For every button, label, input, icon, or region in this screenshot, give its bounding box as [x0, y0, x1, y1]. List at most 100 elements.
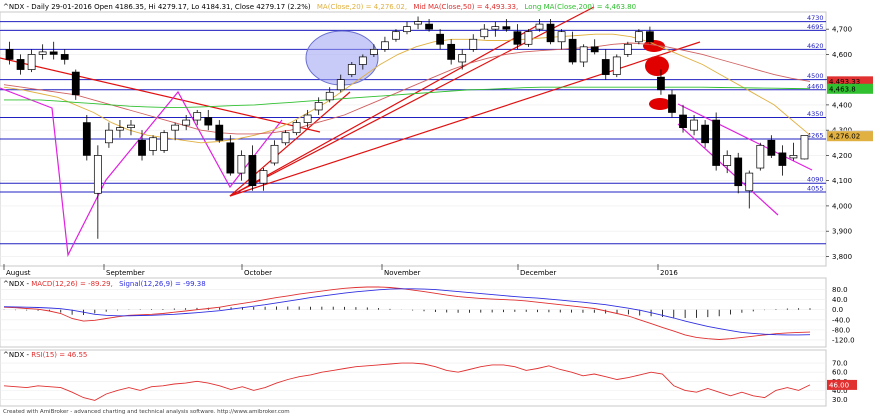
- candle-body: [469, 38, 478, 50]
- candle-body: [270, 144, 279, 164]
- candle-body: [712, 119, 721, 166]
- candle-body: [480, 28, 489, 38]
- candle-body: [623, 43, 632, 55]
- candle-body: [546, 23, 555, 43]
- macd-tick-label: 40.0: [832, 296, 848, 304]
- candle-body: [381, 41, 389, 50]
- candle-body: [745, 172, 754, 192]
- rsi-tick-label: 30.0: [832, 396, 848, 404]
- candle-body: [5, 49, 14, 60]
- candle-body: [657, 76, 665, 91]
- candle-body: [425, 23, 433, 30]
- rsi-tick-label: 70.0: [832, 360, 848, 368]
- candle-body: [734, 157, 743, 187]
- price-tick-label: 4,400: [832, 101, 852, 109]
- gap-marker-3: [649, 98, 671, 110]
- candle-body: [116, 127, 124, 131]
- candle-body: [612, 56, 621, 75]
- candle-body: [392, 31, 400, 40]
- level-label: 4350: [807, 110, 824, 118]
- month-label: August: [6, 269, 31, 277]
- candle-body: [590, 46, 599, 53]
- candle-body: [314, 102, 323, 111]
- candle-body: [524, 31, 533, 45]
- rsi-axis: 30.040.050.060.070.046.00: [827, 360, 857, 404]
- price-tick-label: 3,900: [832, 228, 852, 236]
- candle-body: [403, 26, 411, 33]
- candle-body: [193, 112, 202, 121]
- candle-body: [93, 155, 102, 194]
- candle-body: [171, 124, 180, 131]
- macd-tick-label: -80.0: [832, 326, 850, 334]
- candle-body: [369, 49, 378, 55]
- candle-body: [60, 54, 69, 60]
- candle-body: [149, 137, 157, 151]
- candle-body: [160, 132, 168, 151]
- price-tick-label: 4,700: [832, 26, 852, 34]
- level-label: 4090: [807, 176, 824, 184]
- candle-body: [38, 51, 47, 55]
- candle-body: [557, 31, 566, 43]
- candle-body: [436, 33, 445, 45]
- candle-body: [414, 21, 422, 25]
- candle-body: [601, 59, 610, 75]
- macd-tick-label: -120.0: [832, 336, 855, 344]
- month-label: December: [520, 269, 556, 277]
- candle-body: [789, 155, 798, 159]
- macd-pane: [0, 277, 827, 348]
- candle-body: [325, 91, 334, 101]
- rsi-header: ^NDX - RSI(15) = 46.55: [3, 351, 87, 359]
- price-tick-label: 4,000: [832, 202, 852, 210]
- candle-body: [579, 46, 588, 63]
- candle-body: [226, 142, 235, 174]
- highlight-ellipse: [305, 30, 379, 86]
- candle-body: [16, 59, 25, 70]
- candle-body: [182, 119, 191, 126]
- price-tick-label: 4,600: [832, 51, 852, 59]
- month-label: September: [106, 269, 145, 277]
- macd-header: ^NDX - MACD(12,26) = -89.29, Signal(12,2…: [3, 280, 206, 288]
- candle-body: [215, 124, 224, 141]
- candle-body: [281, 132, 290, 144]
- price-tick-label: 4,200: [832, 152, 852, 160]
- candle-body: [701, 124, 709, 144]
- candle-body: [138, 139, 146, 156]
- price-header: ^NDX - Daily 29-01-2016 Open 4186.35, Hi…: [3, 3, 636, 11]
- macd-axis: -120.0 -80.0 -40.0 0.0 40.0 80.0: [832, 286, 855, 344]
- candle-body: [458, 54, 467, 63]
- candle-body: [347, 64, 356, 75]
- candle-body: [634, 31, 643, 43]
- rsi-value-tag-label: 46.00: [829, 381, 849, 389]
- candle-body: [447, 43, 456, 60]
- candle-body: [723, 155, 732, 166]
- candle-body: [127, 124, 135, 128]
- amibroker-chart-window: 4730 4695 4620 4500 4460 4350 4265 4090 4055 3,8…: [0, 0, 880, 415]
- candle-body: [756, 144, 765, 169]
- footer-credit: Created with AmiBroker - advanced charti…: [3, 409, 290, 415]
- rsi-pane: [0, 349, 827, 407]
- value-tag-label: 4,276.02: [829, 133, 860, 141]
- candle-body: [82, 122, 91, 156]
- month-label: 2016: [660, 269, 678, 277]
- candle-body: [646, 31, 654, 43]
- candle-body: [27, 54, 36, 70]
- macd-tick-label: 0.0: [832, 306, 843, 314]
- candle-body: [49, 51, 58, 55]
- price-axis: 3,8003,9004,0004,1004,2004,3004,4004,500…: [826, 26, 852, 261]
- candle-body: [690, 119, 698, 131]
- candle-body: [800, 135, 809, 160]
- candle-body: [358, 56, 367, 65]
- month-label: October: [244, 269, 272, 277]
- candle-body: [292, 122, 301, 134]
- candle-body: [71, 71, 80, 96]
- candle-body: [237, 155, 246, 174]
- candle-body: [491, 26, 500, 30]
- level-label: 4265: [807, 132, 824, 140]
- price-tick-label: 3,800: [832, 253, 852, 261]
- candle-body: [568, 38, 577, 63]
- level-label: 4695: [807, 23, 824, 31]
- candle-body: [535, 23, 544, 30]
- candle-body: [259, 170, 268, 184]
- macd-tick-label: 80.0: [832, 286, 848, 294]
- candle-body: [105, 129, 113, 144]
